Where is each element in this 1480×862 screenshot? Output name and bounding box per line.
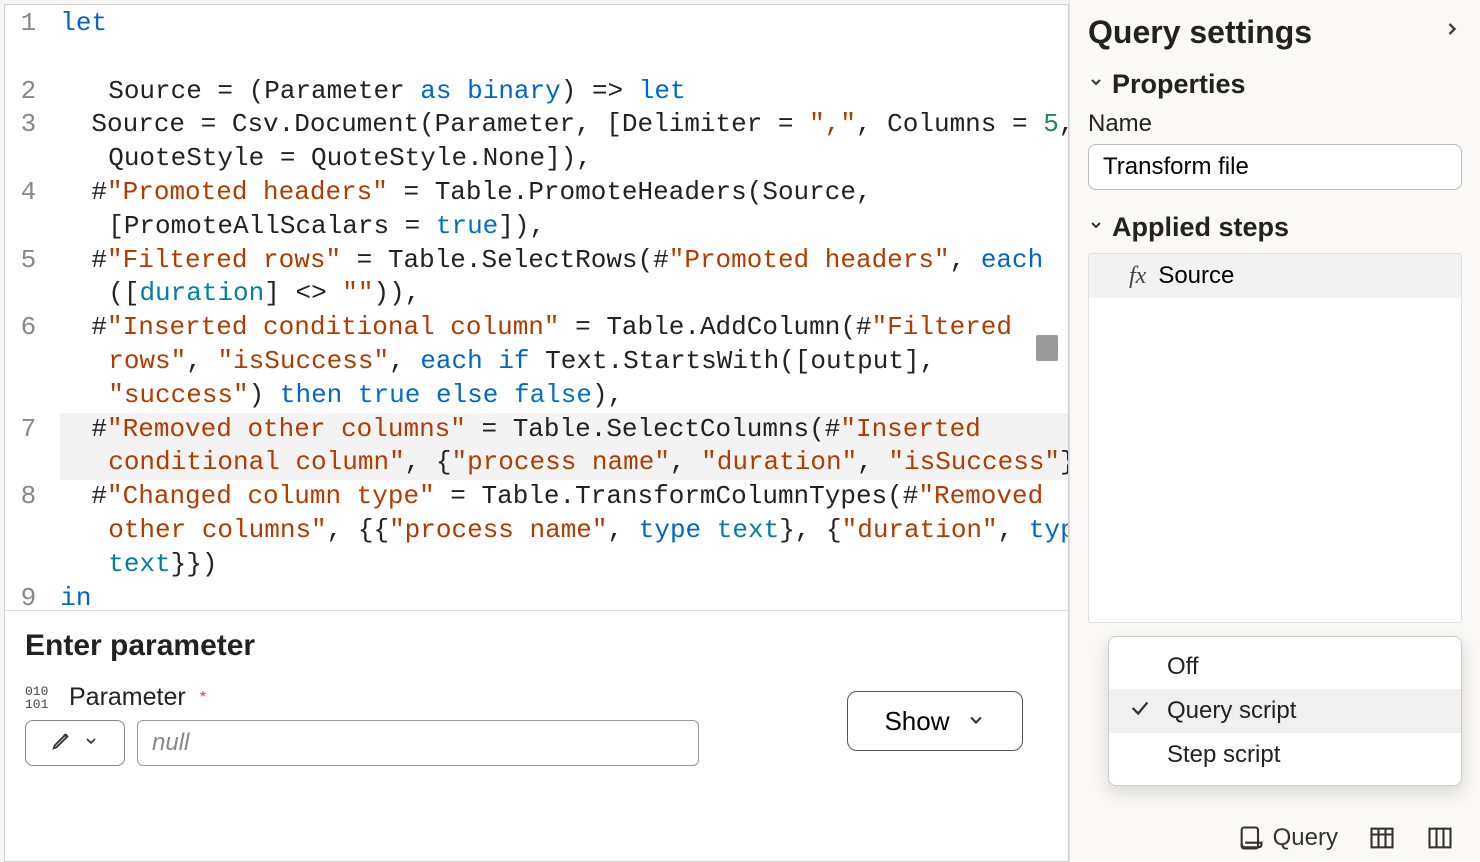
columns-icon [1426,824,1454,852]
script-mode-menu: OffQuery scriptStep script [1108,636,1462,786]
parameter-panel: Enter parameter 010 101 Parameter * [5,610,1068,861]
table-view-button[interactable] [1360,818,1404,858]
properties-section-header[interactable]: Properties [1088,69,1462,100]
view-toolbar: Query [1229,818,1462,858]
parameter-label: Parameter [69,683,186,712]
applied-steps-section-header[interactable]: Applied steps [1088,212,1462,243]
chevron-down-icon [966,706,986,737]
script-menu-item[interactable]: Off [1109,645,1461,689]
parameter-input[interactable] [137,720,699,766]
columns-view-button[interactable] [1418,818,1462,858]
query-settings-title: Query settings [1088,14,1312,51]
parameter-heading: Enter parameter [25,629,1048,663]
line-gutter: 12345678910 [5,5,60,610]
query-settings-panel: Query settings Properties Name Applied s… [1069,0,1480,862]
chevron-down-icon [1088,74,1104,95]
table-icon [1368,824,1396,852]
query-view-button[interactable]: Query [1229,818,1346,858]
script-menu-item[interactable]: Query script [1109,689,1461,733]
show-button[interactable]: Show [847,691,1023,751]
chevron-down-icon [1088,217,1104,238]
check-icon [1129,697,1153,725]
step-label: Source [1158,262,1234,290]
fx-icon: fx [1129,263,1146,290]
collapse-panel-button[interactable] [1442,15,1462,50]
code-content[interactable]: letSource = (Parameter as binary) => let… [60,5,1068,610]
required-asterisk: * [200,689,206,707]
edit-parameter-button[interactable] [25,720,125,766]
applied-steps-list: fx Source [1088,253,1462,623]
binary-type-icon: 010 101 [25,685,59,711]
chevron-down-icon [83,733,99,754]
name-field-label: Name [1088,110,1462,138]
editor-pane: 12345678910 letSource = (Parameter as bi… [4,4,1069,862]
code-editor[interactable]: 12345678910 letSource = (Parameter as bi… [5,5,1068,610]
script-icon [1237,824,1265,852]
applied-step-item[interactable]: fx Source [1089,254,1461,298]
query-name-input[interactable] [1088,144,1462,190]
minimap-handle[interactable] [1036,335,1058,361]
script-menu-item[interactable]: Step script [1109,733,1461,777]
pencil-icon [51,729,73,757]
